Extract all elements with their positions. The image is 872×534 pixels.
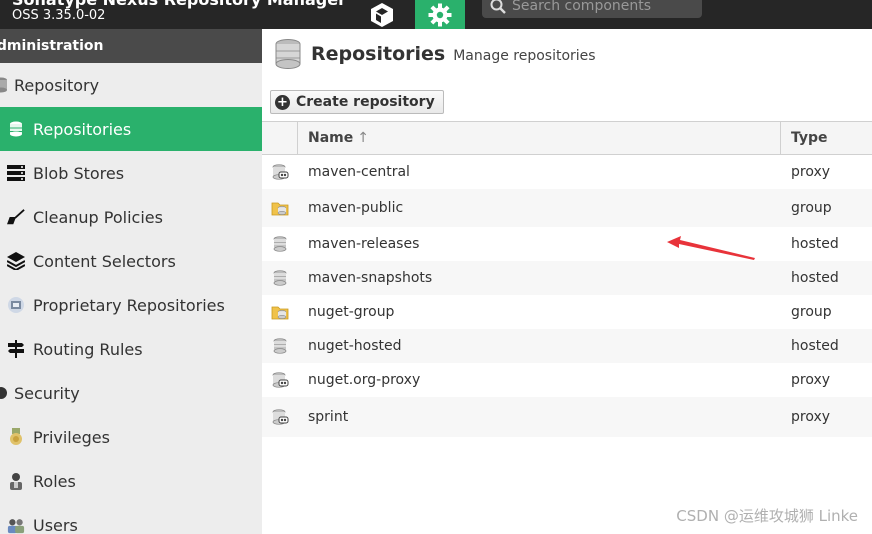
repository-type: hosted [791, 236, 839, 252]
sidebar-item-label: Proprietary Repositories [33, 295, 225, 315]
table-row[interactable]: sprint proxy [262, 397, 872, 437]
sidebar-item-proprietary-repositories[interactable]: Proprietary Repositories [0, 283, 262, 327]
group-repo-icon [262, 304, 298, 320]
broom-icon [7, 208, 25, 226]
table-row[interactable]: nuget.org-proxy proxy [262, 363, 872, 397]
sidebar-item-label: Repositories [33, 119, 132, 139]
proxy-repo-icon [262, 164, 298, 180]
hosted-repo-icon [262, 270, 298, 286]
sidebar-item-label: Cleanup Policies [33, 207, 163, 227]
sidebar-item-roles[interactable]: Roles [0, 459, 262, 503]
column-name-label: Name [308, 130, 354, 146]
repository-type: proxy [791, 409, 831, 425]
column-header-name[interactable]: Name ↑ [298, 122, 781, 154]
sidebar-item-security[interactable]: Security [0, 371, 262, 415]
page-subtitle: Manage repositories [453, 48, 596, 64]
hosted-repo-icon [262, 236, 298, 252]
database-icon [0, 76, 10, 94]
annotation-arrow [667, 236, 755, 260]
table-row[interactable]: maven-releases hosted [262, 227, 872, 261]
sidebar-item-repositories[interactable]: Repositories [0, 107, 262, 151]
watermark: CSDN @运维攻城狮 Linke [676, 507, 858, 525]
sidebar-item-content-selectors[interactable]: Content Selectors [0, 239, 262, 283]
repository-name[interactable]: sprint [298, 409, 781, 425]
table-header: Name ↑ Type [262, 121, 872, 155]
group-repo-icon [262, 200, 298, 216]
sidebar-item-privileges[interactable]: Privileges [0, 415, 262, 459]
repository-name[interactable]: maven-central [298, 164, 781, 180]
sidebar-item-label: Roles [33, 471, 76, 491]
sort-ascending-icon: ↑ [357, 130, 369, 146]
sidebar-item-label: Content Selectors [33, 251, 176, 271]
sidebar-item-cleanup-policies[interactable]: Cleanup Policies [0, 195, 262, 239]
medal-icon [7, 428, 25, 446]
database-icon [7, 120, 25, 138]
sidebar-item-blob-stores[interactable]: Blob Stores [0, 151, 262, 195]
sidebar-item-label: Users [33, 515, 78, 534]
sidebar-item-label: Security [14, 383, 80, 403]
search-icon [490, 0, 506, 14]
gear-icon [428, 3, 452, 26]
create-repository-label: Create repository [296, 94, 435, 110]
column-header-type[interactable]: Type [781, 122, 872, 154]
proprietary-icon [7, 296, 25, 314]
column-type-label: Type [791, 130, 828, 146]
security-icon [0, 384, 10, 402]
sidebar-item-label: Repository [14, 75, 100, 95]
repository-type: proxy [791, 164, 831, 180]
repository-name[interactable]: maven-snapshots [298, 270, 781, 286]
page-header: Repositories Manage repositories [275, 39, 596, 69]
users-icon [7, 516, 25, 534]
proxy-repo-icon [262, 409, 298, 425]
create-repository-button[interactable]: + Create repository [270, 90, 444, 114]
repository-type: proxy [791, 372, 831, 388]
sidebar-header-label: Administration [0, 38, 104, 54]
table-row[interactable]: maven-central proxy [262, 155, 872, 189]
top-bar: Sonatype Nexus Repository Manager OSS 3.… [0, 0, 872, 29]
repository-type: group [791, 304, 832, 320]
repositories-table: Name ↑ Type maven-central proxy maven-publ… [262, 121, 872, 437]
app-version: OSS 3.35.0-02 [12, 8, 106, 23]
signpost-icon [7, 340, 25, 358]
proxy-repo-icon [262, 372, 298, 388]
sidebar-item-users[interactable]: Users [0, 503, 262, 534]
repository-name[interactable]: nuget-group [298, 304, 781, 320]
user-role-icon [7, 472, 25, 490]
table-row[interactable]: nuget-group group [262, 295, 872, 329]
table-row[interactable]: maven-snapshots hosted [262, 261, 872, 295]
plus-circle-icon: + [275, 94, 290, 110]
sidebar-item-label: Blob Stores [33, 163, 125, 183]
page-title: Repositories [311, 43, 446, 65]
column-header-icon [262, 122, 298, 154]
database-icon [275, 39, 301, 69]
sidebar-item-repository[interactable]: Repository [0, 63, 262, 107]
repository-name[interactable]: nuget-hosted [298, 338, 781, 354]
repository-type: group [791, 200, 832, 216]
repository-name[interactable]: maven-public [298, 200, 781, 216]
cube-icon [371, 2, 393, 27]
sidebar-item-label: Privileges [33, 427, 110, 447]
table-row[interactable]: maven-public group [262, 189, 872, 227]
browse-button[interactable] [362, 0, 402, 29]
sidebar: Administration Repository Repositories B… [0, 29, 262, 534]
repository-type: hosted [791, 270, 839, 286]
hosted-repo-icon [262, 338, 298, 354]
table-body: maven-central proxy maven-public group maven… [262, 155, 872, 437]
repository-type: hosted [791, 338, 839, 354]
server-stack-icon [7, 164, 25, 182]
layers-icon [7, 252, 25, 270]
sidebar-item-label: Routing Rules [33, 339, 143, 359]
search-input[interactable] [512, 0, 692, 14]
sidebar-item-routing-rules[interactable]: Routing Rules [0, 327, 262, 371]
search-box[interactable] [482, 0, 702, 18]
table-row[interactable]: nuget-hosted hosted [262, 329, 872, 363]
admin-button[interactable] [415, 0, 465, 29]
main-panel: Repositories Manage repositories + Creat… [262, 29, 872, 534]
sidebar-header: Administration [0, 29, 262, 63]
repository-name[interactable]: nuget.org-proxy [298, 372, 781, 388]
